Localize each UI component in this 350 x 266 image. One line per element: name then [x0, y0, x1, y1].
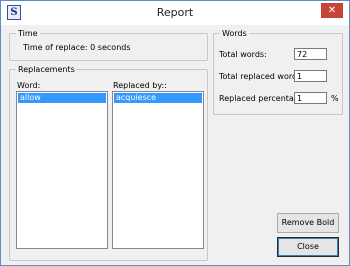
close-window-button[interactable]: ✕	[321, 3, 343, 18]
words-group: Words Total words: 72 Total replaced wor…	[213, 28, 343, 115]
word-column-label: Word:	[17, 81, 41, 90]
report-dialog: S Report ✕ Time Time of replace: 0 secon…	[0, 0, 350, 266]
word-list[interactable]: allow	[16, 91, 108, 249]
replaced-percentage-field[interactable]: 1	[294, 92, 327, 104]
title-bar[interactable]: S Report ✕	[1, 1, 349, 25]
replacements-group-label: Replacements	[16, 64, 77, 75]
replacements-group: Replacements Word: Replaced by:: allow a…	[9, 64, 208, 261]
time-group-label: Time	[16, 28, 40, 39]
replaced-by-list-item[interactable]: acquiesce	[114, 93, 202, 103]
words-group-label: Words	[220, 28, 249, 39]
word-list-item[interactable]: allow	[18, 93, 106, 103]
total-replaced-words-field[interactable]: 1	[294, 70, 327, 82]
total-words-field[interactable]: 72	[294, 48, 327, 60]
time-group: Time Time of replace: 0 seconds	[9, 28, 208, 61]
window-title: Report	[156, 6, 194, 19]
replaced-by-column-label: Replaced by::	[113, 81, 167, 90]
percent-unit-label: %	[331, 94, 339, 103]
replaced-by-list[interactable]: acquiesce	[112, 91, 204, 249]
time-of-replace-text: Time of replace: 0 seconds	[23, 43, 131, 52]
total-replaced-words-label: Total replaced words:	[219, 72, 304, 81]
remove-bold-button[interactable]: Remove Bold	[277, 213, 339, 233]
close-button[interactable]: Close	[277, 237, 339, 257]
total-words-label: Total words:	[219, 50, 267, 59]
